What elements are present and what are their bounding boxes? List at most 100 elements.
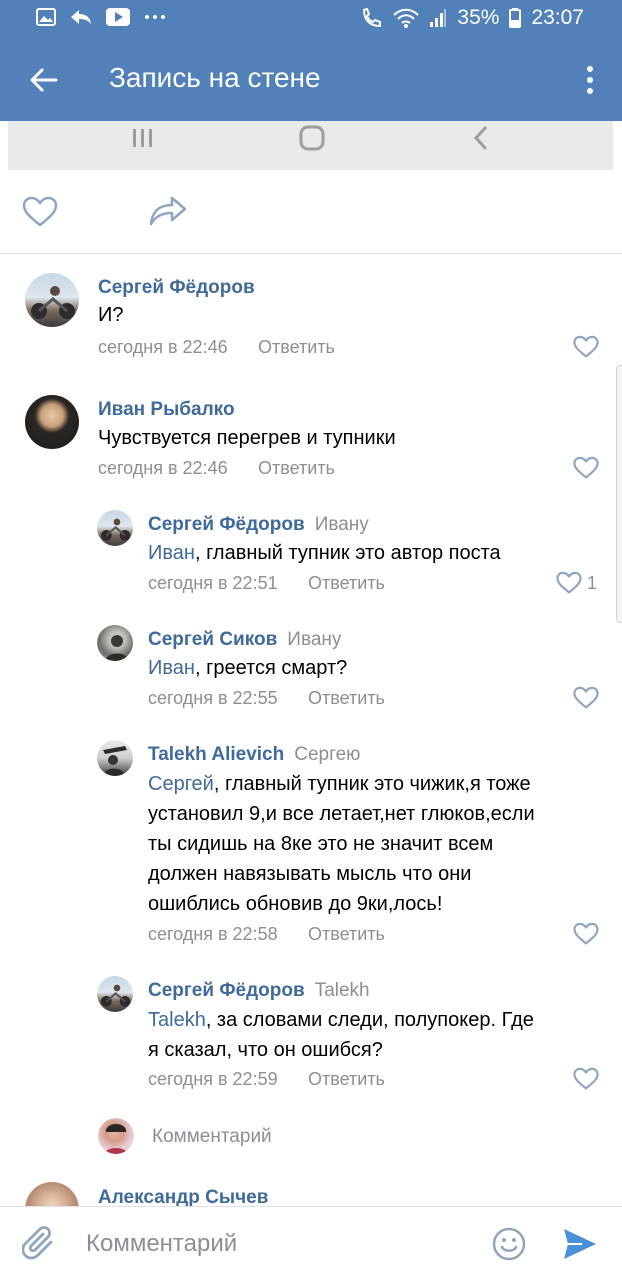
youtube-icon <box>106 8 130 26</box>
signal-icon <box>430 9 447 27</box>
send-icon <box>564 1229 596 1259</box>
post-actions <box>0 180 622 254</box>
comment-body: , греется смарт? <box>194 657 348 679</box>
avatar[interactable] <box>97 625 133 661</box>
back-nav-icon <box>470 123 492 153</box>
author-name: Александр Сычев <box>98 1187 269 1208</box>
comment-author[interactable]: Сергей Фёдоров <box>98 277 255 299</box>
send-button[interactable] <box>562 1227 602 1263</box>
reply-button[interactable]: Ответить <box>308 573 385 594</box>
more-options-button[interactable] <box>576 60 604 100</box>
reply-target: Сергею <box>294 744 361 765</box>
comment-text: Talekh, за словами следи, полупокер. Где… <box>148 1005 534 1065</box>
avatar[interactable] <box>25 273 79 327</box>
page-title: Запись на стене <box>109 62 321 93</box>
comment-input[interactable] <box>86 1223 476 1265</box>
reply-button[interactable]: Ответить <box>308 1069 385 1090</box>
comment-line: должен навязывать мысль что они <box>148 863 472 885</box>
post-like-button[interactable] <box>22 196 62 232</box>
comment-line: Сергей, главный тупник это чижик,я тоже <box>148 769 535 799</box>
home-icon <box>298 123 326 153</box>
clock: 23:07 <box>531 6 584 29</box>
attach-button[interactable] <box>21 1225 62 1265</box>
comment-like-button[interactable] <box>573 922 601 948</box>
arrow-left-icon <box>30 68 58 92</box>
avatar[interactable] <box>97 740 133 776</box>
post-share-button[interactable] <box>148 194 192 234</box>
comment-time: сегодня в 22:46 <box>98 337 228 357</box>
comment-time: сегодня в 22:51 <box>148 573 278 593</box>
post-image[interactable] <box>8 121 613 170</box>
more-notifications-icon <box>145 15 165 19</box>
reply-notification-icon <box>71 10 91 24</box>
reply-button[interactable]: Ответить <box>258 458 335 479</box>
comment-author[interactable]: Talekh Alievich Сергею <box>148 744 360 766</box>
comment-like-button[interactable] <box>573 456 601 482</box>
heart-icon <box>573 335 599 358</box>
reply-target: Talekh <box>314 980 370 1001</box>
top-bar: 35% 23:07 Запись на стене <box>0 0 622 121</box>
comment-text: И? <box>98 304 124 326</box>
more-dot <box>587 66 593 72</box>
comment-text: Иван, греется смарт? <box>148 653 347 683</box>
back-button[interactable] <box>22 60 66 100</box>
mention-link[interactable]: Talekh <box>148 1009 206 1031</box>
comment-author[interactable]: Сергей Сиков Ивану <box>148 629 341 651</box>
avatar[interactable] <box>97 976 133 1012</box>
comment-like-button[interactable] <box>556 571 584 597</box>
comment-author[interactable]: Сергей Фёдоров Ивану <box>148 514 369 536</box>
wifi-call-icon <box>363 8 382 28</box>
battery-icon <box>509 8 522 28</box>
recents-icon <box>130 123 156 153</box>
comment-author[interactable]: Иван Рыбалко <box>98 399 235 421</box>
app-bar: Запись на стене <box>0 40 622 121</box>
reply-target: Ивану <box>287 629 342 650</box>
emoji-button[interactable] <box>492 1227 528 1263</box>
author-name: Talekh Alievich <box>148 744 285 765</box>
comment-composer <box>0 1206 622 1280</box>
author-name: Сергей Фёдоров <box>148 980 305 1001</box>
comment-like-button[interactable] <box>573 1067 601 1093</box>
comment-line: установил 9,и все летает,нет глюков,если <box>148 803 535 825</box>
comment-text: Иван, главный тупник это автор поста <box>148 538 501 568</box>
comment-line: я сказал, что он ошибся? <box>148 1039 383 1061</box>
comment-body: , главный тупник это автор поста <box>194 542 501 564</box>
paperclip-icon <box>21 1226 53 1260</box>
mention-link[interactable]: Сергей <box>148 773 214 795</box>
heart-icon <box>556 571 582 594</box>
author-name: Сергей Фёдоров <box>148 514 305 535</box>
reply-button[interactable]: Ответить <box>308 924 385 945</box>
comment-author[interactable]: Сергей Фёдоров Talekh <box>148 980 370 1002</box>
comment-like-button[interactable] <box>573 335 601 361</box>
comment-body: , главный тупник это чижик,я тоже <box>213 773 531 795</box>
reply-input-row[interactable]: Комментарий <box>98 1118 598 1156</box>
heart-icon <box>22 196 58 227</box>
more-dot <box>587 88 593 94</box>
heart-icon <box>573 1067 599 1090</box>
wifi-icon <box>393 8 420 28</box>
avatar[interactable] <box>97 510 133 546</box>
comment-time: сегодня в 22:46 <box>98 458 228 478</box>
comment-time: сегодня в 22:59 <box>148 1069 278 1089</box>
smiley-icon <box>492 1227 526 1261</box>
comment-body: , за словами следи, полупокер. Где <box>205 1009 534 1031</box>
scrollbar[interactable] <box>616 365 622 623</box>
mention-link[interactable]: Иван <box>148 542 195 564</box>
avatar[interactable] <box>25 395 79 449</box>
reply-placeholder: Комментарий <box>152 1126 272 1147</box>
more-dot <box>587 77 593 83</box>
reply-button[interactable]: Ответить <box>258 337 335 358</box>
my-avatar <box>98 1118 134 1154</box>
comment-text: Чувствуется перегрев и тупники <box>98 427 396 449</box>
battery-percent: 35% <box>457 6 500 29</box>
gallery-icon <box>36 8 56 26</box>
author-name: Иван Рыбалко <box>98 399 235 420</box>
author-name: Сергей Фёдоров <box>98 277 255 298</box>
comment-line: ошиблись обновив до 9ки,лось! <box>148 893 443 915</box>
reply-button[interactable]: Ответить <box>308 688 385 709</box>
comment-line: Talekh, за словами следи, полупокер. Где <box>148 1005 534 1035</box>
heart-icon <box>573 922 599 945</box>
comment-line: ты сидишь на 8ке это не значит всем <box>148 833 494 855</box>
comment-like-button[interactable] <box>573 686 601 712</box>
mention-link[interactable]: Иван <box>148 657 195 679</box>
